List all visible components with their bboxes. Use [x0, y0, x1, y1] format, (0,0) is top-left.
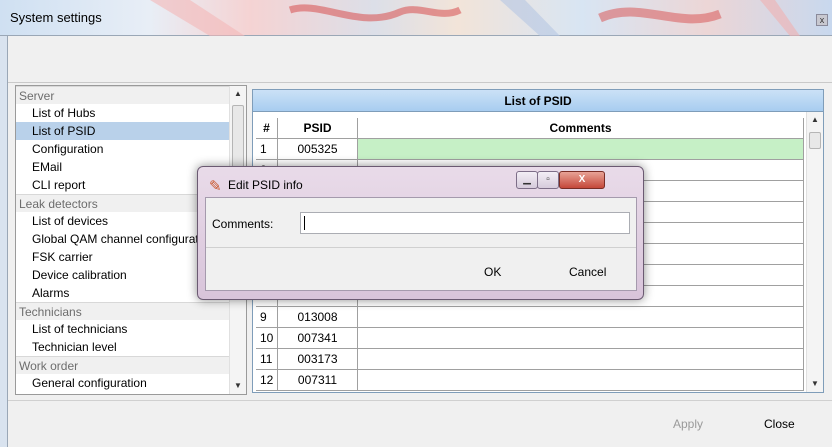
tree-item[interactable]: Advanced configuration — [16, 392, 229, 394]
minimize-icon[interactable]: ▁ — [516, 171, 538, 189]
apply-button[interactable]: Apply — [673, 414, 703, 434]
close-icon[interactable]: X — [559, 171, 605, 189]
row-number-cell: 11 — [256, 349, 278, 369]
dialog-body: Comments: OK Cancel — [205, 197, 637, 291]
footer-divider — [8, 400, 832, 401]
table-row[interactable]: 1 005325 — [256, 139, 804, 160]
comments-label: Comments: — [212, 217, 274, 231]
comments-cell — [358, 370, 804, 390]
tree-item[interactable]: General configuration — [16, 374, 229, 392]
comments-cell — [358, 349, 804, 369]
tree-group-header: Server — [16, 86, 229, 104]
scroll-up-arrow-icon[interactable]: ▲ — [807, 112, 823, 128]
comments-cell — [358, 328, 804, 348]
psid-table-caption: List of PSID — [253, 90, 823, 112]
maximize-icon[interactable]: ▫ — [537, 171, 559, 189]
tree-item[interactable]: Configuration — [16, 140, 229, 158]
window-title: System settings — [10, 10, 102, 25]
row-number-cell: 9 — [256, 307, 278, 327]
scrollbar-thumb[interactable] — [809, 132, 821, 149]
close-button[interactable]: Close — [764, 414, 795, 434]
tree-item[interactable]: Technician level — [16, 338, 229, 356]
window-titlebar: System settings x — [0, 0, 832, 36]
row-number-cell: 12 — [256, 370, 278, 390]
tree-item[interactable]: List of technicians — [16, 320, 229, 338]
table-scrollbar[interactable]: ▲ ▼ — [806, 112, 823, 392]
column-header-comments[interactable]: Comments — [358, 118, 804, 138]
dialog-divider — [206, 247, 636, 248]
psid-cell: 007341 — [278, 328, 358, 348]
table-row[interactable]: 10 007341 — [256, 328, 804, 349]
table-row[interactable]: 11 003173 — [256, 349, 804, 370]
scroll-down-arrow-icon[interactable]: ▼ — [807, 376, 823, 392]
comments-input[interactable] — [300, 212, 630, 234]
table-header-row: # PSID Comments — [256, 118, 804, 139]
comments-cell — [358, 307, 804, 327]
ok-button[interactable]: OK — [484, 265, 501, 279]
psid-cell: 003173 — [278, 349, 358, 369]
psid-cell: 005325 — [278, 139, 358, 159]
table-row[interactable]: 9 013008 — [256, 307, 804, 328]
psid-cell: 007311 — [278, 370, 358, 390]
cancel-button[interactable]: Cancel — [569, 265, 606, 279]
column-header-num[interactable]: # — [256, 118, 278, 138]
tree-group-header: Technicians — [16, 302, 229, 320]
tree-item[interactable]: List of Hubs — [16, 104, 229, 122]
scroll-down-arrow-icon[interactable]: ▼ — [230, 378, 246, 394]
tree-group-header: Work order — [16, 356, 229, 374]
psid-cell: 013008 — [278, 307, 358, 327]
table-row[interactable]: 12 007311 — [256, 370, 804, 391]
text-cursor — [304, 216, 305, 230]
row-number-cell: 10 — [256, 328, 278, 348]
column-header-psid[interactable]: PSID — [278, 118, 358, 138]
window-close-button[interactable]: x — [816, 14, 828, 26]
titlebar-background — [150, 0, 800, 36]
comments-cell — [358, 139, 804, 159]
app-logo-icon: ✎ — [209, 178, 222, 195]
edit-psid-dialog: ✎ Edit PSID info ▁ ▫ X Comments: OK Canc… — [197, 166, 644, 300]
dialog-title: Edit PSID info — [228, 178, 303, 192]
window-left-border — [0, 36, 8, 447]
scroll-up-arrow-icon[interactable]: ▲ — [230, 86, 246, 102]
tree-item[interactable]: List of PSID — [16, 122, 229, 140]
toolbar-area — [8, 36, 832, 83]
row-number-cell: 1 — [256, 139, 278, 159]
